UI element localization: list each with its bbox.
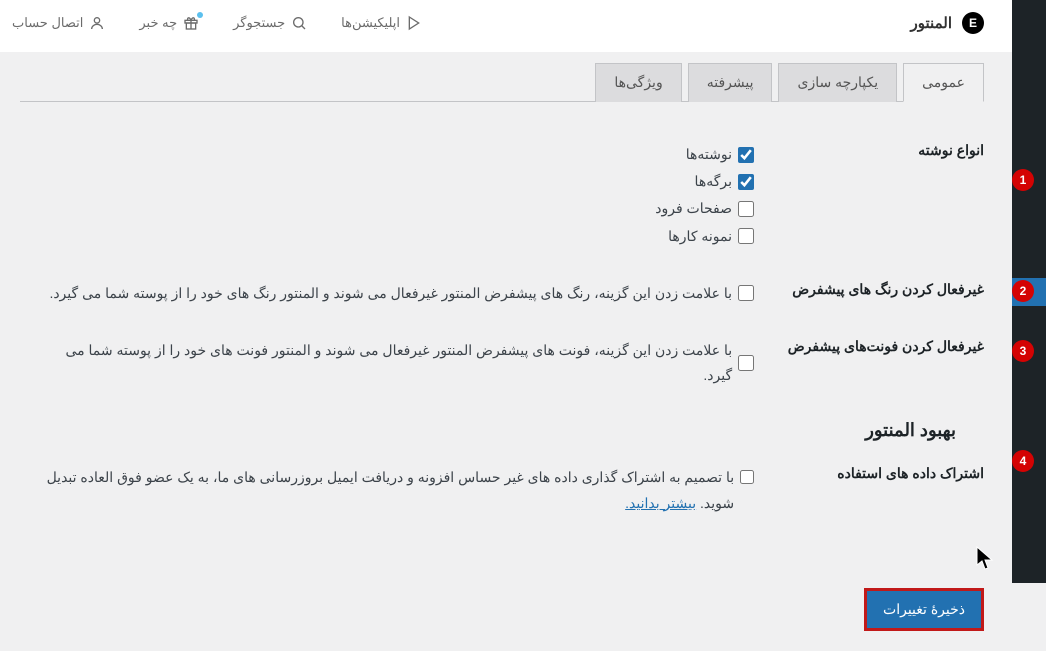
checkbox-portfolio[interactable] bbox=[738, 228, 754, 244]
label-disable-fonts: غیرفعال کردن فونت‌های پیشفرض bbox=[754, 338, 984, 355]
elementor-logo-icon: E bbox=[962, 12, 984, 34]
gift-icon bbox=[183, 15, 199, 31]
option-posts: نوشته‌ها bbox=[686, 142, 732, 167]
annotation-badge-2: 2 bbox=[1012, 280, 1034, 302]
user-icon bbox=[89, 15, 105, 31]
option-landing: صفحات فرود bbox=[655, 196, 732, 221]
option-pages: برگه‌ها bbox=[695, 169, 732, 194]
brand: E المنتور bbox=[911, 12, 984, 34]
checkbox-landing[interactable] bbox=[738, 201, 754, 217]
tab-general[interactable]: عمومی bbox=[903, 63, 984, 102]
label-usage: اشتراک داده های استفاده bbox=[754, 465, 984, 482]
checkbox-disable-fonts[interactable] bbox=[738, 355, 754, 371]
menu-connect[interactable]: اتصال حساب bbox=[12, 15, 105, 31]
row-usage: اشتراک داده های استفاده با تصمیم به اشتر… bbox=[40, 465, 984, 517]
notification-dot bbox=[197, 12, 203, 18]
menu-whatsnew[interactable]: چه خبر bbox=[139, 15, 199, 31]
annotation-badge-4: 4 bbox=[1012, 450, 1034, 472]
checkbox-usage[interactable] bbox=[740, 469, 754, 485]
submit-row: ذخیرهٔ تغییرات bbox=[0, 568, 1012, 651]
desc-disable-colors: با علامت زدن این گزینه، رنگ های پیشفرض ا… bbox=[49, 281, 732, 306]
menu-apps[interactable]: اپلیکیشن‌ها bbox=[341, 15, 422, 31]
top-bar: E المنتور اپلیکیشن‌ها جستجوگر bbox=[0, 0, 1012, 52]
tab-integrations[interactable]: یکپارچه سازی bbox=[778, 63, 897, 102]
tab-features[interactable]: ویژگی‌ها bbox=[595, 63, 681, 102]
brand-name: المنتور bbox=[911, 14, 952, 32]
checkbox-posts[interactable] bbox=[738, 147, 754, 163]
annotation-badge-1: 1 bbox=[1012, 169, 1034, 191]
checkbox-disable-colors[interactable] bbox=[738, 285, 754, 301]
label-disable-colors: غیرفعال کردن رنگ های پیشفرض bbox=[754, 281, 984, 298]
section-improve-title: بهبود المنتور bbox=[40, 420, 956, 441]
top-menu: اپلیکیشن‌ها جستجوگر چه خبر bbox=[12, 15, 422, 31]
settings-form: انواع نوشته نوشته‌ها برگه‌ها صفحات فرود … bbox=[0, 102, 1012, 568]
checkbox-pages[interactable] bbox=[738, 174, 754, 190]
menu-whatsnew-label: چه خبر bbox=[139, 15, 177, 31]
row-post-types: انواع نوشته نوشته‌ها برگه‌ها صفحات فرود … bbox=[40, 142, 984, 251]
option-portfolio: نمونه کارها bbox=[668, 224, 732, 249]
row-disable-colors: غیرفعال کردن رنگ های پیشفرض با علامت زدن… bbox=[40, 281, 984, 308]
tab-advanced[interactable]: پیشرفته bbox=[688, 63, 773, 102]
menu-connect-label: اتصال حساب bbox=[12, 15, 83, 31]
row-disable-fonts: غیرفعال کردن فونت‌های پیشفرض با علامت زد… bbox=[40, 338, 984, 390]
link-learn-more[interactable]: بیشتر بدانید. bbox=[625, 495, 696, 511]
desc-disable-fonts: با علامت زدن این گزینه، فونت های پیشفرض … bbox=[40, 338, 732, 388]
play-icon bbox=[406, 15, 422, 31]
label-post-types: انواع نوشته bbox=[754, 142, 984, 159]
menu-finder-label: جستجوگر bbox=[233, 15, 285, 31]
save-button[interactable]: ذخیرهٔ تغییرات bbox=[864, 588, 984, 631]
menu-apps-label: اپلیکیشن‌ها bbox=[341, 15, 400, 31]
mouse-cursor bbox=[976, 546, 996, 572]
search-icon bbox=[291, 15, 307, 31]
annotation-badge-3: 3 bbox=[1012, 340, 1034, 362]
tab-bar: عمومی یکپارچه سازی پیشرفته ویژگی‌ها bbox=[20, 62, 984, 102]
menu-finder[interactable]: جستجوگر bbox=[233, 15, 307, 31]
